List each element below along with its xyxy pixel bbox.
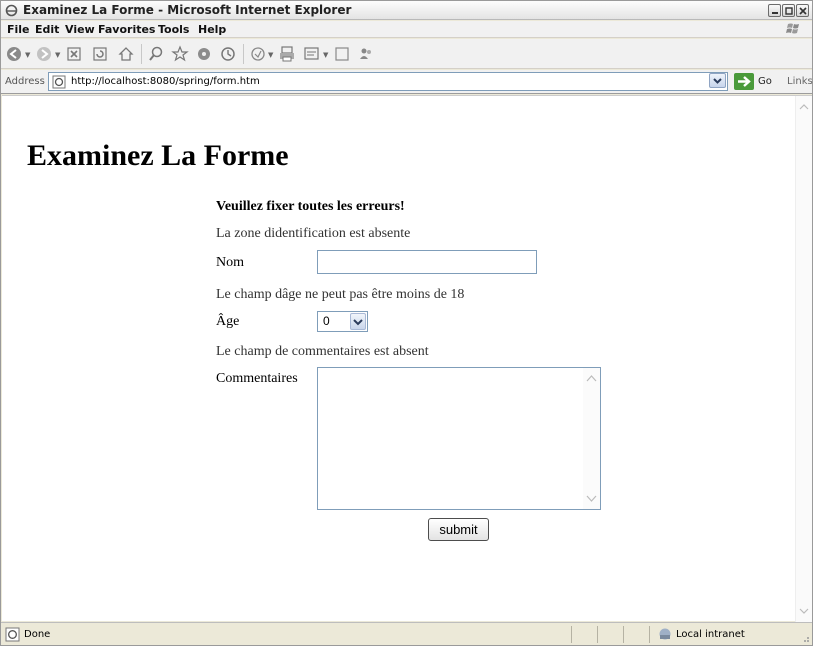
content-viewport: Examinez La Forme Veuillez fixer toutes … (2, 95, 812, 622)
scroll-down-icon[interactable] (799, 606, 809, 616)
page-heading: Examinez La Forme (27, 139, 289, 172)
menu-bar: File Edit View Favorites Tools Help (1, 21, 812, 38)
edit-page-icon (304, 47, 319, 60)
status-divider (623, 626, 624, 643)
stop-icon (67, 47, 81, 61)
search-button[interactable] (147, 45, 165, 63)
edit-dropdown-icon[interactable]: ▼ (323, 51, 328, 59)
minimize-button[interactable] (768, 4, 781, 17)
go-button[interactable] (734, 73, 754, 90)
ie-logo-icon (5, 4, 18, 17)
comment-textarea[interactable] (317, 367, 601, 510)
age-dropdown-button[interactable] (350, 313, 366, 330)
go-label[interactable]: Go (758, 76, 772, 87)
history-button[interactable] (219, 45, 237, 63)
page-done-icon (5, 627, 20, 642)
refresh-button[interactable] (91, 45, 109, 63)
restore-icon (785, 7, 793, 15)
age-selected-value: 0 (323, 314, 330, 328)
forward-button[interactable] (35, 45, 53, 63)
toolbar-separator (141, 44, 142, 64)
media-icon (198, 48, 210, 60)
chevron-down-icon (713, 78, 722, 84)
menu-favorites[interactable]: Favorites (98, 23, 155, 36)
window-title: Examinez La Forme - Microsoft Internet E… (23, 3, 352, 17)
browser-window: Examinez La Forme - Microsoft Internet E… (0, 0, 813, 646)
address-dropdown-button[interactable] (709, 73, 726, 88)
status-bar: Done Local intranet (1, 622, 812, 645)
stop-button[interactable] (65, 45, 83, 63)
links-toolbar[interactable]: Links (787, 76, 813, 87)
status-text: Done (24, 629, 51, 640)
error-heading: Veuillez fixer toutes les erreurs! (216, 199, 405, 214)
messenger-icon (360, 48, 371, 59)
scroll-up-icon[interactable] (799, 102, 809, 112)
edit-button[interactable] (303, 45, 321, 63)
menu-file[interactable]: File (7, 23, 30, 36)
age-label: Âge (216, 314, 240, 329)
menu-help[interactable]: Help (198, 23, 226, 36)
go-arrow-icon (738, 76, 751, 87)
web-page: Examinez La Forme Veuillez fixer toutes … (2, 96, 795, 622)
menu-tools[interactable]: Tools (158, 23, 189, 36)
error-id-message: La zone didentification est absente (216, 226, 411, 241)
age-select[interactable]: 0 (317, 311, 368, 332)
address-label: Address (5, 76, 45, 87)
history-icon (221, 47, 235, 61)
discuss-button[interactable] (333, 45, 351, 63)
messenger-button[interactable] (357, 45, 375, 63)
status-divider (597, 626, 598, 643)
refresh-icon (93, 47, 107, 61)
comment-label: Commentaires (216, 371, 298, 386)
window-controls (768, 4, 809, 17)
menu-edit[interactable]: Edit (35, 23, 59, 36)
mail-dropdown-icon[interactable]: ▼ (268, 51, 273, 59)
scroll-down-icon[interactable] (586, 495, 597, 503)
mail-icon (251, 47, 265, 61)
chevron-down-icon (353, 319, 363, 326)
toolbar-separator (243, 44, 244, 64)
back-button[interactable] (5, 45, 23, 63)
intranet-zone-icon (659, 628, 671, 640)
resize-grip-icon[interactable] (800, 633, 810, 643)
maximize-button[interactable] (782, 4, 795, 17)
discuss-icon (335, 47, 349, 61)
title-bar: Examinez La Forme - Microsoft Internet E… (1, 1, 812, 20)
home-button[interactable] (117, 45, 135, 63)
address-url: http://localhost:8080/spring/form.htm (71, 76, 260, 87)
home-icon (118, 47, 134, 61)
close-button[interactable] (796, 4, 809, 17)
search-icon (149, 46, 163, 61)
security-zone-text: Local intranet (676, 629, 745, 640)
status-divider (571, 626, 572, 643)
nom-label: Nom (216, 255, 244, 270)
windows-flag-icon (786, 23, 799, 34)
address-bar: Address http://localhost:8080/spring/for… (1, 70, 813, 94)
forward-dropdown-icon[interactable]: ▼ (55, 51, 60, 59)
star-icon (171, 45, 189, 62)
back-dropdown-icon[interactable]: ▼ (25, 51, 30, 59)
nom-input[interactable] (317, 250, 537, 274)
minimize-icon (772, 12, 778, 14)
media-button[interactable] (195, 45, 213, 63)
address-input[interactable]: http://localhost:8080/spring/form.htm (48, 72, 728, 91)
submit-button[interactable]: submit (428, 518, 489, 541)
scroll-up-icon[interactable] (586, 374, 597, 382)
toolbar: ▼ ▼ ▼ ▼ (1, 39, 812, 69)
page-scrollbar[interactable] (795, 96, 812, 622)
close-icon (799, 7, 807, 15)
printer-icon (280, 46, 294, 62)
forward-arrow-icon (37, 47, 51, 61)
back-arrow-icon (7, 47, 21, 61)
mail-button[interactable] (249, 45, 267, 63)
print-button[interactable] (278, 45, 296, 63)
comment-scrollbar[interactable] (583, 368, 600, 509)
page-icon (52, 75, 66, 89)
menu-view[interactable]: View (65, 23, 95, 36)
favorites-button[interactable] (171, 45, 189, 63)
status-divider (649, 626, 650, 643)
error-age-message: Le champ dâge ne peut pas être moins de … (216, 287, 465, 302)
error-comment-message: Le champ de commentaires est absent (216, 344, 429, 359)
